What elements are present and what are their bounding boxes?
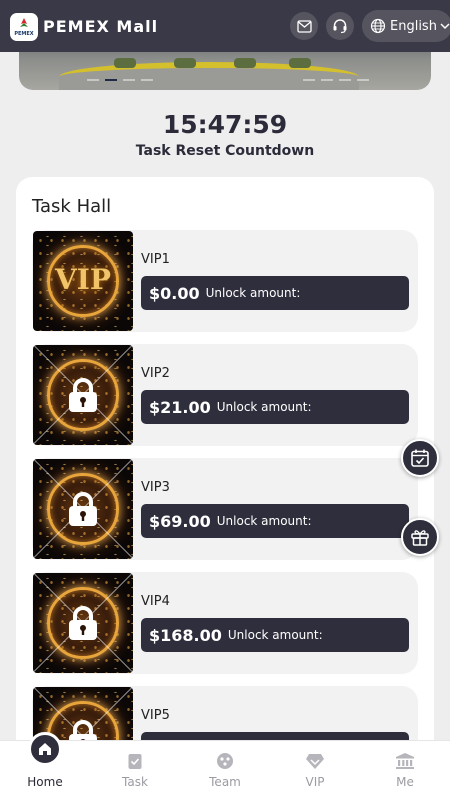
banner-pagination <box>87 79 369 81</box>
nav-label: VIP <box>305 775 325 789</box>
unlock-label: Unlock amount: <box>216 514 312 528</box>
unlock-price-bar[interactable]: $168.00 Unlock amount: <box>141 618 409 652</box>
vip-level-row[interactable]: VIP3 $69.00 Unlock amount: <box>32 458 418 560</box>
banner-dot[interactable] <box>321 79 333 81</box>
unlock-price: $69.00 <box>149 511 211 531</box>
vip-emblem-text: VIP <box>55 263 111 296</box>
brand-name: PEMEX Mall <box>43 17 159 36</box>
home-icon <box>39 743 51 755</box>
task-hall-title: Task Hall <box>32 196 112 217</box>
mail-button[interactable] <box>290 12 318 40</box>
vip-level-name: VIP5 <box>141 708 170 723</box>
banner-dot[interactable] <box>123 79 135 81</box>
gift-icon <box>411 530 429 546</box>
nav-label: Me <box>396 775 414 789</box>
banner-dot-active[interactable] <box>105 79 117 81</box>
check-in-button[interactable] <box>401 439 439 477</box>
banner-dot[interactable] <box>339 79 351 81</box>
banner-plant <box>114 58 136 68</box>
home-bubble <box>28 732 62 766</box>
lock-icon <box>69 378 97 412</box>
banner-plant <box>234 58 256 68</box>
lock-icon <box>69 606 97 640</box>
globe-icon <box>370 18 386 34</box>
nav-label: Team <box>209 775 241 789</box>
nav-label: Task <box>122 775 148 789</box>
lock-icon <box>69 492 97 526</box>
language-label: English <box>390 18 437 34</box>
vip-level-row[interactable]: VIP4 $168.00 Unlock amount: <box>32 572 418 674</box>
nav-item-team[interactable]: Team <box>180 741 270 796</box>
nav-item-home[interactable]: Home <box>0 732 90 796</box>
vip-badge-image <box>33 459 133 559</box>
vip-diamond-icon <box>306 754 324 769</box>
banner-dot[interactable] <box>357 79 369 81</box>
gift-button[interactable] <box>401 518 439 556</box>
unlock-price: $21.00 <box>149 397 211 417</box>
unlock-price-bar[interactable]: $0.00 Unlock amount: <box>141 276 409 310</box>
unlock-price: $0.00 <box>149 283 200 303</box>
mail-icon <box>296 19 312 33</box>
banner-dot[interactable] <box>303 79 315 81</box>
vip-level-name: VIP3 <box>141 480 170 495</box>
unlock-price-bar[interactable]: $69.00 Unlock amount: <box>141 504 409 538</box>
unlock-price: $168.00 <box>149 625 222 645</box>
bank-icon <box>396 753 414 769</box>
top-header: PEMEX PEMEX Mall English <box>0 0 450 52</box>
unlock-label: Unlock amount: <box>216 400 312 414</box>
vip-level-row[interactable]: VIP2 $21.00 Unlock amount: <box>32 344 418 446</box>
vip-badge-image <box>33 573 133 673</box>
headset-icon <box>333 19 347 34</box>
pemex-logo-icon: PEMEX <box>14 18 34 37</box>
unlock-label: Unlock amount: <box>227 628 323 642</box>
vip-level-name: VIP4 <box>141 594 170 609</box>
unlock-price-bar[interactable]: $21.00 Unlock amount: <box>141 390 409 424</box>
calendar-check-icon <box>411 449 429 467</box>
pemex-logo[interactable]: PEMEX <box>10 13 38 41</box>
countdown-label: Task Reset Countdown <box>135 143 315 159</box>
banner-dot[interactable] <box>141 79 153 81</box>
nav-item-me[interactable]: Me <box>360 741 450 796</box>
nav-item-vip[interactable]: VIP <box>270 741 360 796</box>
nav-label: Home <box>27 775 63 789</box>
unlock-label: Unlock amount: <box>205 286 301 300</box>
banner-curb <box>59 62 359 90</box>
nav-item-task[interactable]: Task <box>90 741 180 796</box>
chevron-down-icon <box>440 23 450 30</box>
vip-level-name: VIP2 <box>141 366 170 381</box>
team-icon <box>217 753 233 769</box>
countdown-timer: 15:47:59 <box>162 110 288 139</box>
svg-text:PEMEX: PEMEX <box>14 31 33 37</box>
banner-dot[interactable] <box>87 79 99 81</box>
banner-plant <box>289 58 311 68</box>
vip-badge-image <box>33 345 133 445</box>
language-selector[interactable]: English <box>362 10 450 42</box>
bottom-nav: Home Task Team VIP Me <box>0 732 450 796</box>
vip-level-row[interactable]: VIP VIP1 $0.00 Unlock amount: <box>32 230 418 332</box>
support-button[interactable] <box>326 12 354 40</box>
vip-level-name: VIP1 <box>141 252 170 267</box>
vip-badge-image: VIP <box>33 231 133 331</box>
banner-plant <box>174 58 196 68</box>
task-icon <box>128 754 142 769</box>
